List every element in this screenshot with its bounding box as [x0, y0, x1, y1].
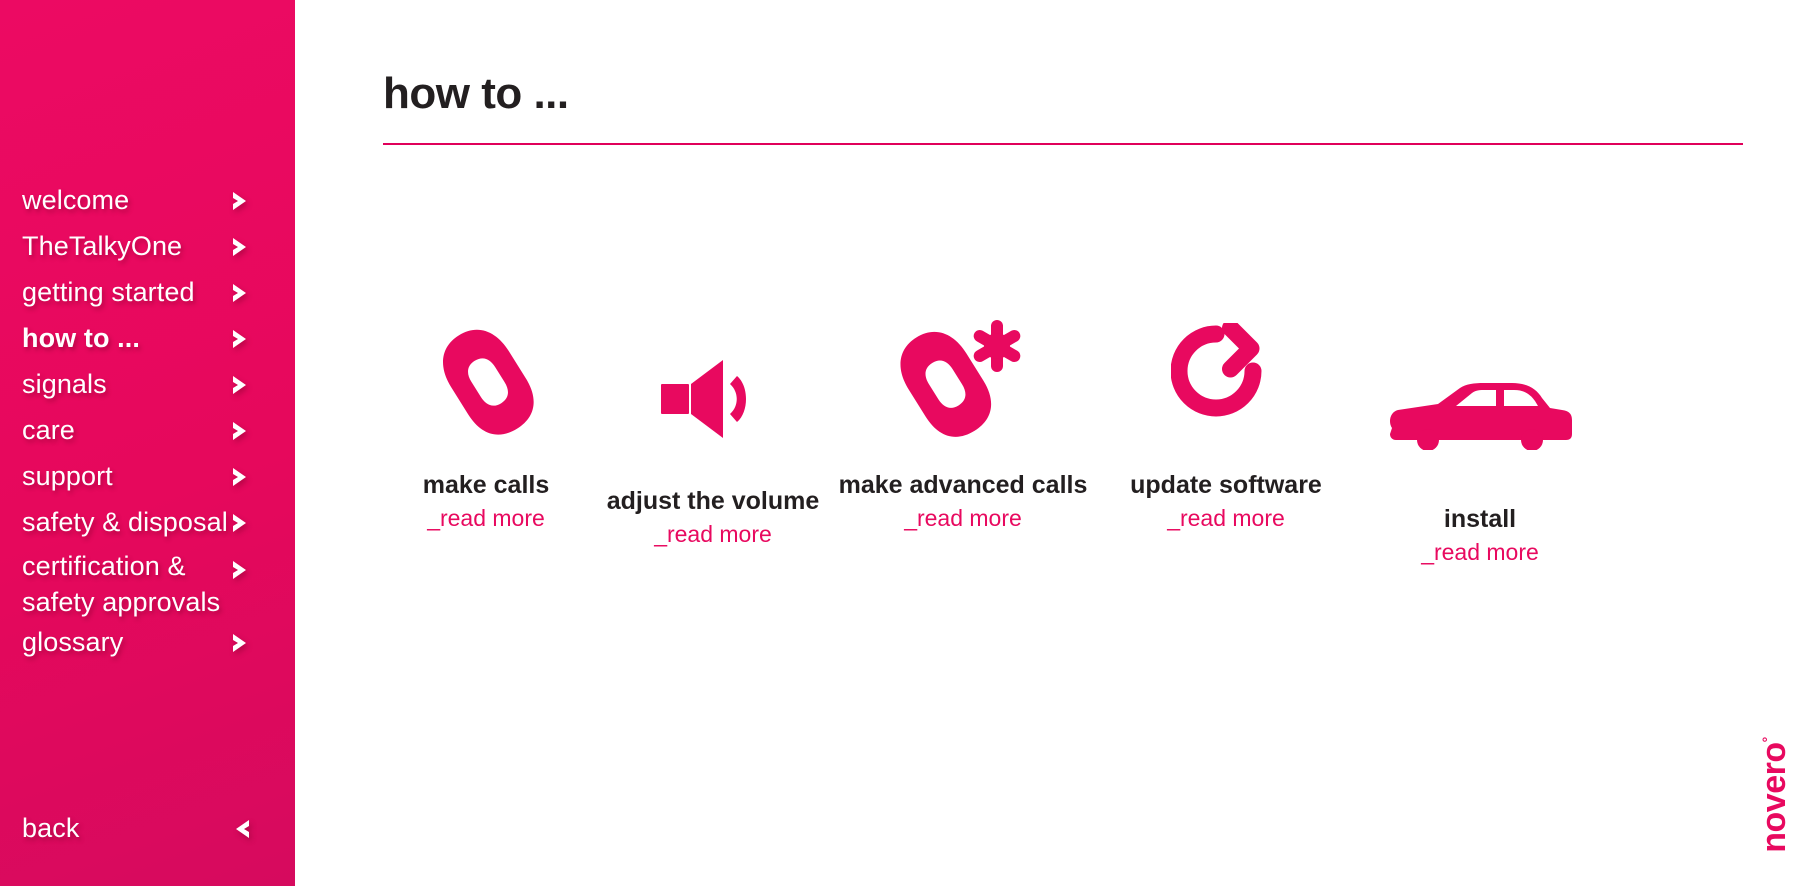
tile-read-more-link[interactable]: _read more: [597, 521, 829, 547]
sidebar-item-thetalkyone[interactable]: TheTalkyOne: [0, 224, 295, 270]
tile-title: install: [1443, 505, 1517, 533]
sidebar-item-label: safety & disposal: [22, 507, 228, 537]
sidebar-item-label: how to ...: [22, 323, 140, 353]
chevron-right-icon: [229, 373, 253, 397]
sidebar-item-label: welcome: [22, 185, 130, 215]
tile-make-advanced-calls[interactable]: make advanced calls _read more: [829, 316, 1097, 531]
sidebar-item-label: getting started: [22, 277, 195, 307]
tile-adjust-the-volume[interactable]: adjust the volume _read more: [597, 316, 829, 547]
tile-install[interactable]: install _read more: [1355, 316, 1605, 565]
chevron-right-icon: [229, 235, 253, 259]
chevron-left-icon: [229, 817, 253, 841]
chevron-right-icon: [229, 419, 253, 443]
sidebar-item-label: certification & safety approvals: [22, 551, 221, 617]
chevron-right-icon: [229, 189, 253, 213]
sidebar-item-label: support: [22, 461, 113, 491]
tile-title: make advanced calls: [838, 471, 1088, 499]
chevron-right-icon: [229, 327, 253, 351]
novero-logo-mark: °: [1759, 737, 1776, 743]
tile-title: adjust the volume: [606, 487, 820, 515]
page-title: how to ...: [383, 69, 569, 118]
sidebar-item-certification-safety-approvals[interactable]: certification & safety approvals: [0, 546, 295, 620]
refresh-circular-arrow-icon: [1097, 316, 1355, 448]
tile-update-software[interactable]: update software _read more: [1097, 316, 1355, 531]
back-button[interactable]: back: [0, 806, 295, 852]
sidebar-nav: welcome TheTalkyOne getting started how …: [0, 178, 295, 666]
sidebar-item-support[interactable]: support: [0, 454, 295, 500]
phone-handset-icon: [375, 316, 597, 448]
speaker-volume-icon: [597, 316, 829, 464]
sidebar-item-how-to[interactable]: how to ...: [0, 316, 295, 362]
tile-read-more-link[interactable]: _read more: [829, 505, 1097, 531]
tile-title: make calls: [422, 471, 550, 499]
back-button-label: back: [22, 813, 80, 843]
sidebar-item-glossary[interactable]: glossary: [0, 620, 295, 666]
sidebar-item-signals[interactable]: signals: [0, 362, 295, 408]
sidebar-item-label: glossary: [22, 627, 124, 657]
chevron-right-icon: [229, 631, 253, 655]
title-divider: [383, 143, 1743, 145]
novero-logo-text: novero°: [1755, 720, 1793, 870]
sidebar-item-label: TheTalkyOne: [22, 231, 183, 261]
chevron-right-icon: [229, 558, 253, 582]
sidebar-item-getting-started[interactable]: getting started: [0, 270, 295, 316]
tile-title: update software: [1130, 471, 1322, 499]
tile-make-calls[interactable]: make calls _read more: [375, 316, 597, 531]
car-side-icon: [1355, 316, 1605, 482]
tile-read-more-link[interactable]: _read more: [1355, 539, 1605, 565]
novero-logo-wordmark: novero: [1755, 742, 1793, 853]
phone-handset-asterisk-icon: [829, 316, 1097, 448]
chevron-right-icon: [229, 511, 253, 535]
sidebar-item-welcome[interactable]: welcome: [0, 178, 295, 224]
tile-read-more-link[interactable]: _read more: [375, 505, 597, 531]
sidebar-item-label: care: [22, 415, 75, 445]
main-content: how to ... make calls _read more adjust …: [295, 0, 1813, 886]
chevron-right-icon: [229, 281, 253, 305]
how-to-tile-grid: make calls _read more adjust the volume …: [375, 316, 1775, 565]
sidebar-item-safety-disposal[interactable]: safety & disposal: [0, 500, 295, 546]
sidebar: welcome TheTalkyOne getting started how …: [0, 0, 295, 886]
chevron-right-icon: [229, 465, 253, 489]
sidebar-item-care[interactable]: care: [0, 408, 295, 454]
sidebar-item-label: signals: [22, 369, 107, 399]
tile-read-more-link[interactable]: _read more: [1097, 505, 1355, 531]
novero-logo: novero°: [1755, 708, 1807, 868]
